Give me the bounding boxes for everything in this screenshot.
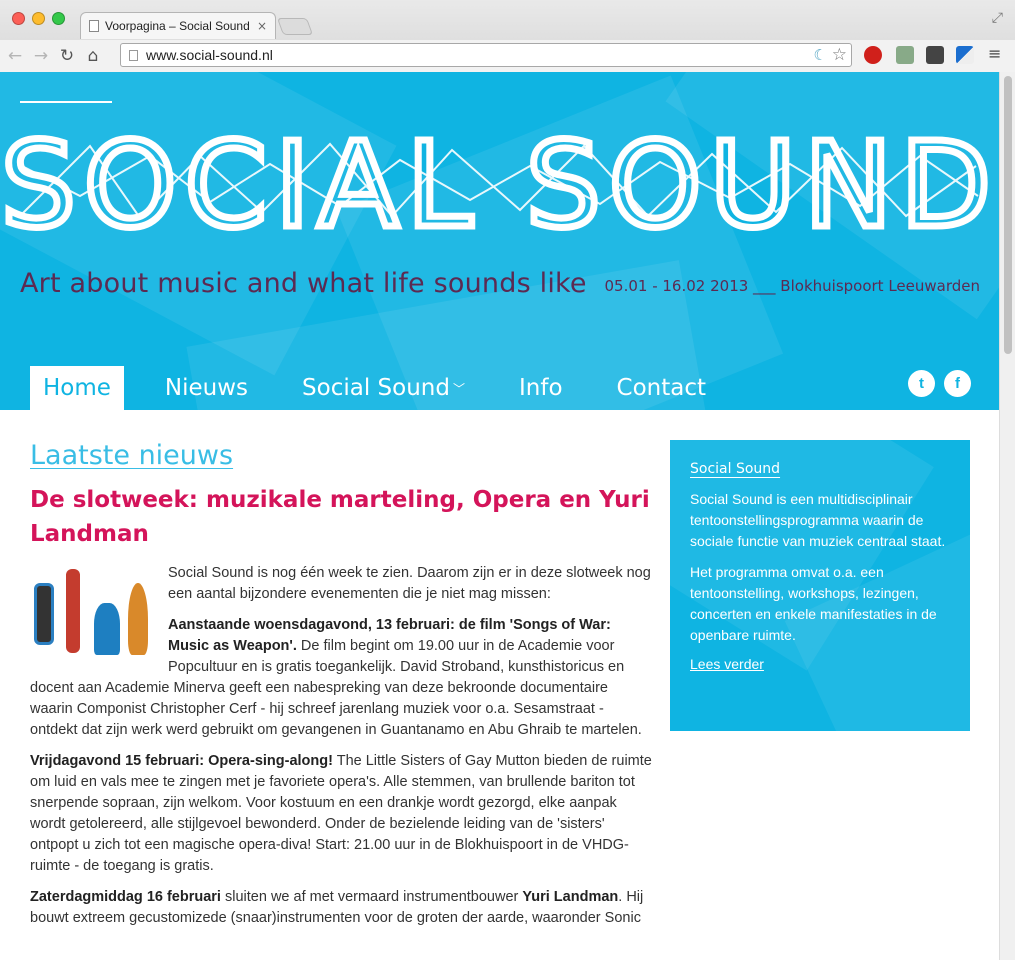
tab-title: Voorpagina – Social Sound <box>105 19 250 33</box>
read-more-link[interactable]: Lees verder <box>690 656 764 672</box>
facebook-icon[interactable]: f <box>944 370 971 397</box>
address-bar[interactable]: www.social-sound.nl ☾ ☆ <box>120 43 852 67</box>
social-links: t f <box>908 370 971 397</box>
window-controls <box>12 12 65 25</box>
post-emphasis: Zaterdagmiddag 16 februari <box>30 889 221 905</box>
chevron-down-icon: ﹀ <box>452 381 465 396</box>
menu-icon[interactable]: ≡ <box>988 44 1001 63</box>
bookmark-star-icon[interactable]: ☆ <box>832 45 847 65</box>
extension-icon[interactable] <box>896 46 914 64</box>
header-rule <box>20 101 112 103</box>
nav-item-contact[interactable]: Contact <box>604 366 719 410</box>
nav-item-nieuws[interactable]: Nieuws <box>152 366 261 410</box>
sidebar-paragraph: Het programma omvat o.a. een tentoonstel… <box>690 564 937 643</box>
sidebar-paragraph: Social Sound is een multidisciplinair te… <box>690 491 946 549</box>
nav-item-social-sound[interactable]: Social Sound ﹀ <box>289 366 478 410</box>
home-icon[interactable]: ⌂ <box>82 46 104 66</box>
extension-icon[interactable] <box>926 46 944 64</box>
logo-wordmark: SOCIAL SOUND <box>1 126 999 246</box>
site-logo[interactable]: SOCIAL SOUND <box>0 126 1000 246</box>
fullscreen-icon[interactable]: ⤢ <box>992 10 1003 26</box>
page-scrollbar[interactable] <box>999 72 1015 960</box>
tab-close-icon[interactable]: × <box>257 19 267 33</box>
url-text: www.social-sound.nl <box>146 47 273 63</box>
site-header: SOCIAL SOUND Art about music and what li… <box>0 72 1000 410</box>
zoom-window-button[interactable] <box>52 12 65 25</box>
page-icon <box>129 49 138 61</box>
browser-chrome: Voorpagina – Social Sound × ⤢ ← → ↻ ⌂ ww… <box>0 0 1015 72</box>
guitar-image <box>94 603 120 655</box>
post-paragraph: Vrijdagavond 15 februari: Opera-sing-alo… <box>30 751 652 877</box>
main-navigation: Home Nieuws Social Sound ﹀ Info Contact <box>30 366 747 410</box>
post-text: sluiten we af met vermaard instrumentbou… <box>220 889 523 905</box>
main-content: Laatste nieuws De slotweek: muzikale mar… <box>30 440 652 939</box>
extension-wave-icon[interactable]: ☾ <box>814 46 827 64</box>
post-body: Social Sound is nog één week te zien. Da… <box>30 563 652 929</box>
twitter-icon[interactable]: t <box>908 370 935 397</box>
back-icon[interactable]: ← <box>4 46 26 66</box>
extension-icon[interactable] <box>956 46 974 64</box>
reload-icon[interactable]: ↻ <box>56 46 78 66</box>
section-title-link[interactable]: Laatste nieuws <box>30 440 233 471</box>
minimize-window-button[interactable] <box>32 12 45 25</box>
page-icon <box>89 20 99 32</box>
post-text: The Little Sisters of Gay Mutton bieden … <box>30 753 652 874</box>
scrollbar-thumb[interactable] <box>1004 76 1012 354</box>
nav-item-label: Social Sound <box>302 375 450 401</box>
page-viewport: SOCIAL SOUND Art about music and what li… <box>0 72 1000 960</box>
post-paragraph: Zaterdagmiddag 16 februari sluiten we af… <box>30 887 652 929</box>
post-title[interactable]: De slotweek: muzikale marteling, Opera e… <box>30 483 652 551</box>
sidebar-title-link[interactable]: Social Sound <box>690 461 780 477</box>
post-emphasis: Vrijdagavond 15 februari: Opera-sing-alo… <box>30 753 333 769</box>
close-window-button[interactable] <box>12 12 25 25</box>
guitar-image <box>128 583 148 655</box>
exhibition-dates: 05.01 - 16.02 2013 ___ Blokhuispoort Lee… <box>604 277 981 295</box>
new-tab-button[interactable] <box>276 18 314 35</box>
guitar-image <box>66 569 80 653</box>
sidebar-about: Social Sound Social Sound is een multidi… <box>670 440 970 731</box>
browser-tab[interactable]: Voorpagina – Social Sound × <box>80 12 276 39</box>
nav-item-home[interactable]: Home <box>30 366 124 410</box>
site-tagline: Art about music and what life sounds lik… <box>20 268 587 299</box>
post-thumbnail-image[interactable] <box>30 563 154 661</box>
nav-item-info[interactable]: Info <box>506 366 576 410</box>
forward-icon[interactable]: → <box>30 46 52 66</box>
guitar-image <box>34 583 54 645</box>
browser-toolbar: ← → ↻ ⌂ www.social-sound.nl ☾ ☆ ≡ <box>0 40 1015 72</box>
post-emphasis: Yuri Landman <box>522 889 619 905</box>
adblock-icon[interactable] <box>864 46 882 64</box>
